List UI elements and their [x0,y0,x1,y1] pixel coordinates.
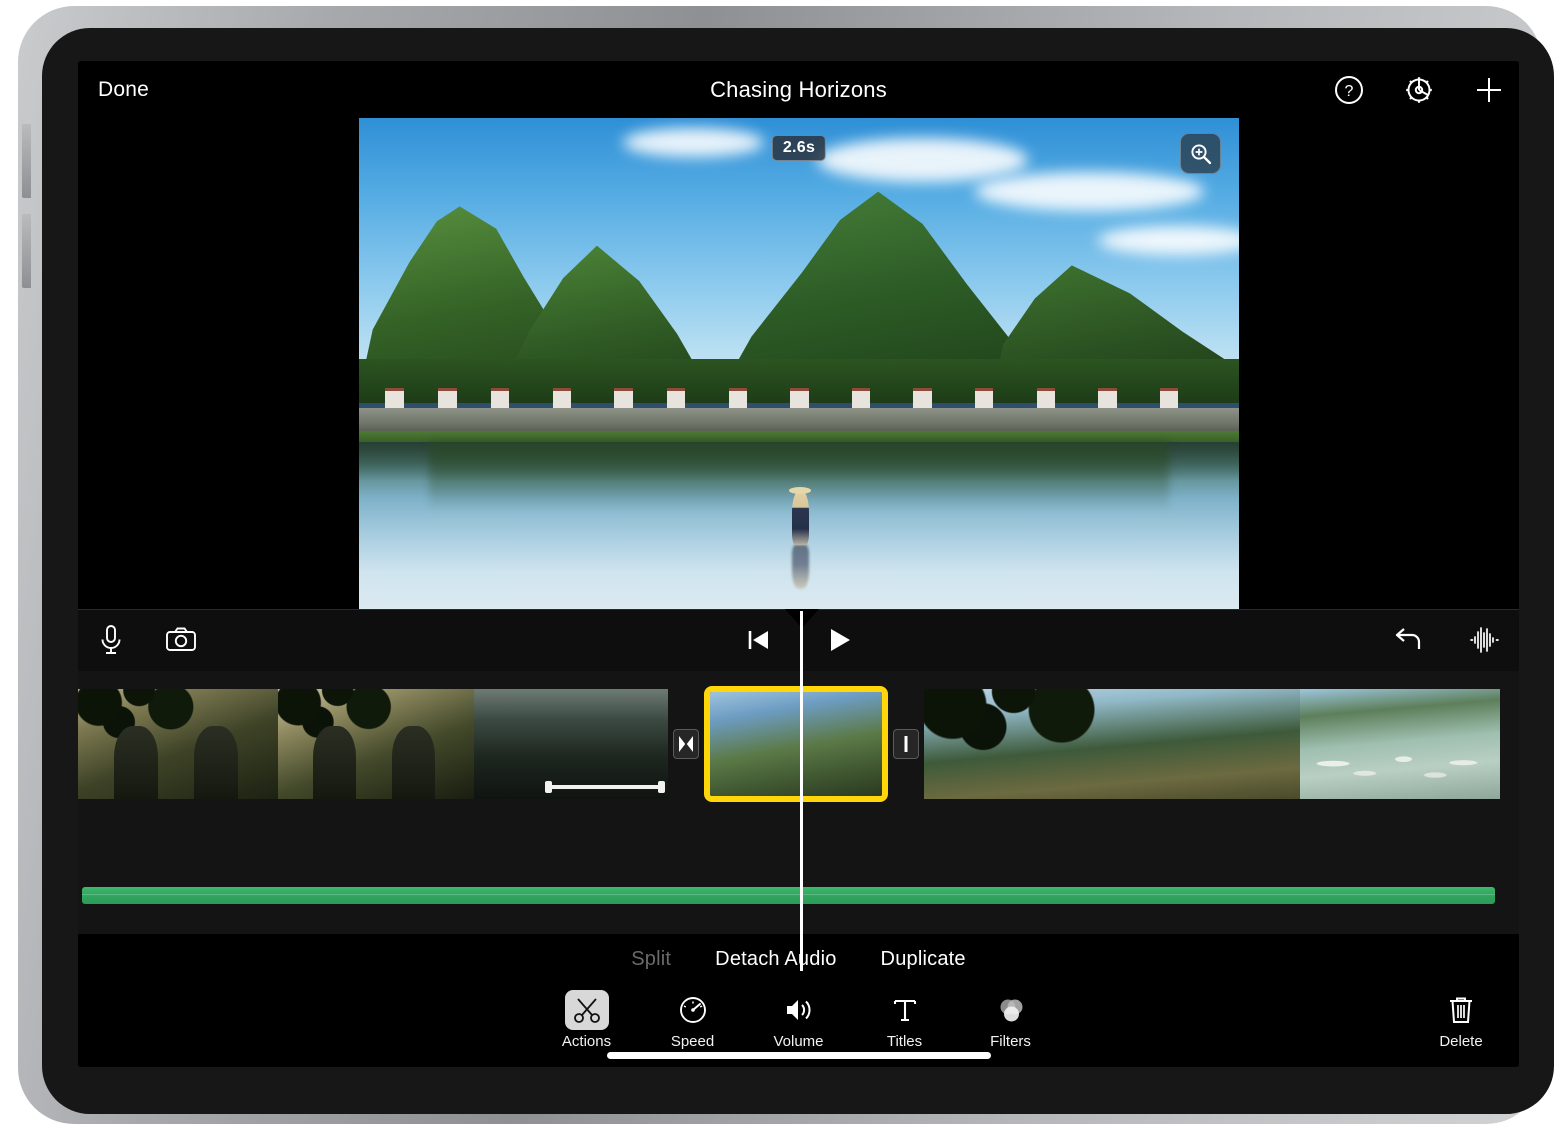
cloud-1 [817,138,1028,182]
person-reflection [792,545,809,589]
boats-overlay [1312,746,1488,790]
home-indicator [607,1052,991,1059]
clip-duration-badge: 2.6s [772,135,826,161]
figure-silhouette [392,726,435,799]
cloud-3 [623,128,764,157]
figure-silhouette [194,726,238,799]
microphone-icon[interactable] [94,622,128,658]
tool-volume[interactable]: Volume [763,990,835,1050]
svg-text:?: ? [1345,83,1354,100]
playhead[interactable] [800,611,803,971]
app-screen: Done Chasing Horizons ? [78,61,1519,1067]
done-button[interactable]: Done [98,78,149,102]
clip-thumbnail [474,689,668,799]
timeline-clip[interactable] [278,689,474,799]
volume-down-button[interactable] [22,214,31,288]
tool-filters[interactable]: Filters [975,990,1047,1050]
tablet-device-frame: Done Chasing Horizons ? [18,6,1542,1124]
timeline-clip-selected[interactable] [704,686,888,802]
tool-titles[interactable]: Titles [869,990,941,1050]
person-figure [792,491,809,545]
scissors-icon [565,990,609,1030]
audio-waveform-icon[interactable] [1467,622,1501,658]
tool-row: Actions Speed Volume Titles Filters [78,990,1519,1050]
action-split: Split [631,948,671,971]
tool-speed[interactable]: Speed [657,990,729,1050]
timeline-clip[interactable] [1300,689,1500,799]
action-duplicate[interactable]: Duplicate [881,948,966,971]
cut-transition-icon[interactable] [893,729,919,759]
timeline[interactable] [78,671,1519,934]
text-title-icon [883,990,927,1030]
speedometer-icon [671,990,715,1030]
figure-silhouette [114,726,158,799]
transport-right-group [1391,622,1501,658]
zoom-in-magnifier-icon[interactable] [1180,133,1221,174]
delete-label: Delete [1439,1033,1482,1050]
action-detach-audio[interactable]: Detach Audio [715,948,836,971]
trash-icon [1439,990,1483,1030]
timeline-clip[interactable] [474,689,668,799]
tool-label: Actions [562,1033,611,1050]
video-preview[interactable]: 2.6s [359,118,1239,609]
add-media-plus-icon[interactable] [1473,74,1505,106]
background-music-track[interactable] [82,887,1495,904]
cloud-2 [975,172,1204,211]
navigation-bar: Done Chasing Horizons ? [78,61,1519,118]
cross-dissolve-icon[interactable] [673,729,699,759]
tool-label: Titles [887,1033,922,1050]
tool-actions[interactable]: Actions [551,990,623,1050]
help-icon[interactable]: ? [1333,74,1365,106]
page-title: Chasing Horizons [78,77,1519,103]
volume-up-button[interactable] [22,124,31,198]
figure-silhouette [313,726,356,799]
foliage-overlay [924,689,1127,759]
bottom-panel: Split Detach Audio Duplicate Actions Speed V… [78,934,1519,1067]
tool-label: Speed [671,1033,714,1050]
navbar-actions: ? [1333,74,1505,106]
clip-thumbnail [710,692,882,796]
clip-volume-line[interactable] [548,785,662,789]
undo-icon[interactable] [1391,622,1425,658]
transport-left-group [94,622,198,658]
skip-to-start-icon[interactable] [742,622,776,658]
delete-button[interactable]: Delete [1425,990,1497,1050]
timeline-clip[interactable] [924,689,1300,799]
play-icon[interactable] [822,622,856,658]
settings-gear-icon[interactable] [1403,74,1435,106]
speaker-volume-icon [777,990,821,1030]
camera-icon[interactable] [164,622,198,658]
timeline-clip[interactable] [78,689,278,799]
clip-action-row: Split Detach Audio Duplicate [78,948,1519,971]
clip-strip [78,683,1519,805]
preview-area: 2.6s [78,118,1519,609]
tool-label: Volume [773,1033,823,1050]
filters-circles-icon [989,990,1033,1030]
tool-label: Filters [990,1033,1031,1050]
